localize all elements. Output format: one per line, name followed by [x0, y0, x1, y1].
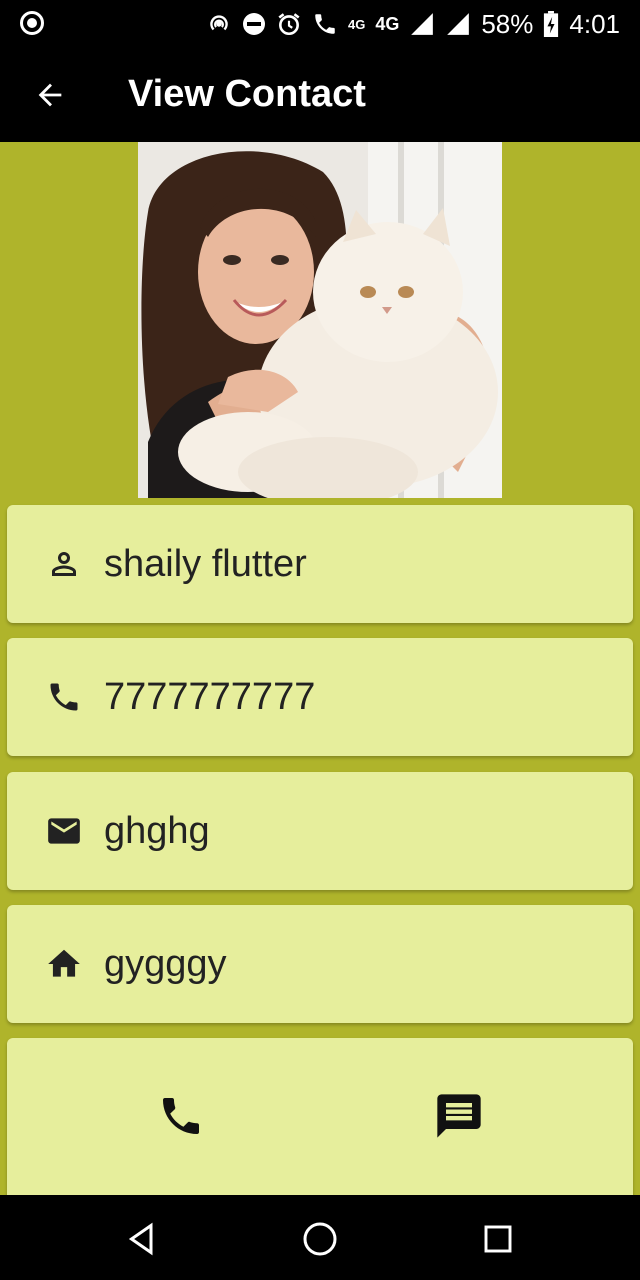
contact-email-card: ghghg — [7, 772, 633, 890]
contact-actions-card — [7, 1038, 633, 1195]
phone-icon — [44, 677, 84, 717]
arrow-back-icon — [38, 83, 62, 107]
contact-name-card: shaily flutter — [7, 505, 633, 623]
back-button[interactable] — [22, 71, 78, 119]
mail-icon — [44, 811, 84, 851]
page-title: View Contact — [128, 73, 366, 115]
hotspot-icon — [210, 15, 228, 31]
clock: 4:01 — [569, 8, 620, 39]
call-button[interactable] — [153, 1088, 209, 1144]
contact-detail-body: shaily flutter 7777777777 ghghg gygggy — [0, 142, 640, 1195]
contact-address: gygggy — [104, 942, 227, 985]
contact-name: shaily flutter — [104, 542, 307, 585]
signal-icon-2 — [447, 13, 470, 35]
nav-home-button[interactable] — [296, 1215, 344, 1263]
contact-photo-image — [138, 142, 502, 498]
nav-back-button[interactable] — [118, 1215, 166, 1263]
screen-record-icon — [20, 11, 44, 35]
battery-percent: 58% — [481, 8, 534, 39]
triangle-back-icon — [128, 1222, 153, 1256]
status-bar: 4G 4G 58% 4:01 — [0, 0, 640, 48]
status-icons: 4G 4G 58% 4:01 — [206, 0, 620, 48]
app-bar: View Contact — [0, 48, 640, 142]
contact-photo — [138, 142, 502, 498]
home-icon — [44, 944, 84, 984]
circle-home-icon — [303, 1222, 337, 1256]
battery-charging-icon — [544, 11, 559, 37]
contact-address-card: gygggy — [7, 905, 633, 1023]
message-icon — [437, 1094, 481, 1138]
system-nav-bar — [0, 1195, 640, 1280]
signal-icon — [411, 13, 434, 35]
alarm-icon — [278, 13, 300, 36]
contact-phone: 7777777777 — [104, 675, 316, 718]
volte-label: 4G — [347, 16, 366, 32]
person-icon — [44, 544, 84, 584]
message-button[interactable] — [431, 1088, 487, 1144]
contact-email: ghghg — [104, 809, 210, 852]
square-recents-icon — [484, 1225, 512, 1253]
contact-phone-card: 7777777777 — [7, 638, 633, 756]
network-type: 4G — [375, 13, 400, 34]
do-not-disturb-icon — [242, 13, 265, 35]
nav-recents-button[interactable] — [474, 1215, 522, 1263]
volte-call-icon — [315, 14, 335, 34]
phone-icon — [163, 1098, 199, 1134]
